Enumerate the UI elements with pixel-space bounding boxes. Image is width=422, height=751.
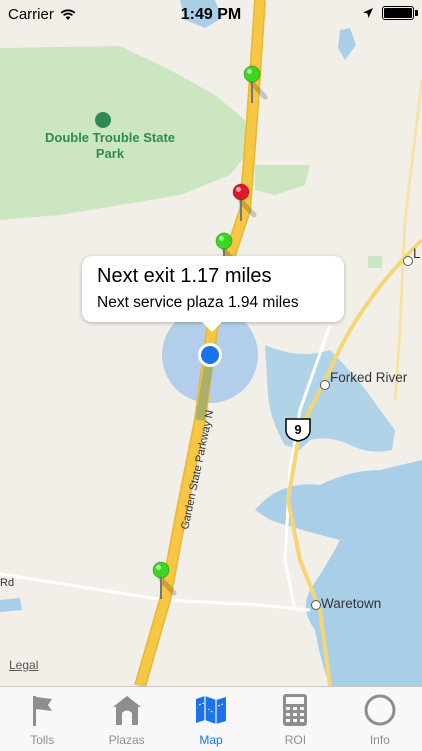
tab-label: Info <box>369 733 390 747</box>
tab-info[interactable]: Info <box>338 687 422 751</box>
tab-label: Map <box>199 733 223 747</box>
flag-icon <box>33 696 53 726</box>
park-label: Double Trouble State Park <box>44 130 175 161</box>
tab-plazas[interactable]: Plazas <box>84 687 168 751</box>
tab-roi[interactable]: ROI <box>253 687 337 751</box>
toll-pin-green[interactable] <box>243 65 268 105</box>
exit-info-callout: Next exit 1.17 miles Next service plaza … <box>82 256 344 332</box>
location-arrow-icon <box>363 8 373 18</box>
route-9-shield: 9 <box>285 418 311 442</box>
toll-pin-green[interactable] <box>152 561 177 601</box>
tab-bar: Tolls Plazas Map ROI Info <box>0 686 422 751</box>
forked-river-label: Forked River <box>330 370 408 385</box>
next-exit-text: Next exit 1.17 miles <box>97 265 272 287</box>
tab-label: Plazas <box>108 733 145 747</box>
tab-label: Tolls <box>30 733 55 747</box>
route-number: 9 <box>294 422 302 437</box>
place-dot <box>311 600 321 610</box>
rd-label: Rd <box>0 577 14 589</box>
waretown-label: Waretown <box>321 596 382 611</box>
place-dot <box>403 256 413 266</box>
legal-link[interactable]: Legal <box>9 658 38 672</box>
toll-pin-red[interactable] <box>232 183 257 223</box>
tab-label: ROI <box>284 733 307 747</box>
park-icon <box>95 112 111 128</box>
tab-tolls[interactable]: Tolls <box>0 687 84 751</box>
calculator-icon <box>283 694 308 726</box>
circle-icon <box>364 694 396 726</box>
user-location-dot <box>198 343 222 367</box>
battery-icon <box>382 6 418 20</box>
edge-place-label: L <box>413 246 421 261</box>
status-time: 1:49 PM <box>180 6 242 23</box>
house-icon <box>112 696 141 725</box>
map-view[interactable]: Garden State Parkway N Rd Double Trouble… <box>0 0 422 686</box>
status-bar: Carrier 1:49 PM <box>0 0 422 28</box>
place-dot <box>320 380 330 390</box>
tab-map[interactable]: Map <box>169 687 253 751</box>
next-service-plaza-text: Next service plaza 1.94 miles <box>97 294 299 311</box>
map-icon <box>196 696 227 724</box>
